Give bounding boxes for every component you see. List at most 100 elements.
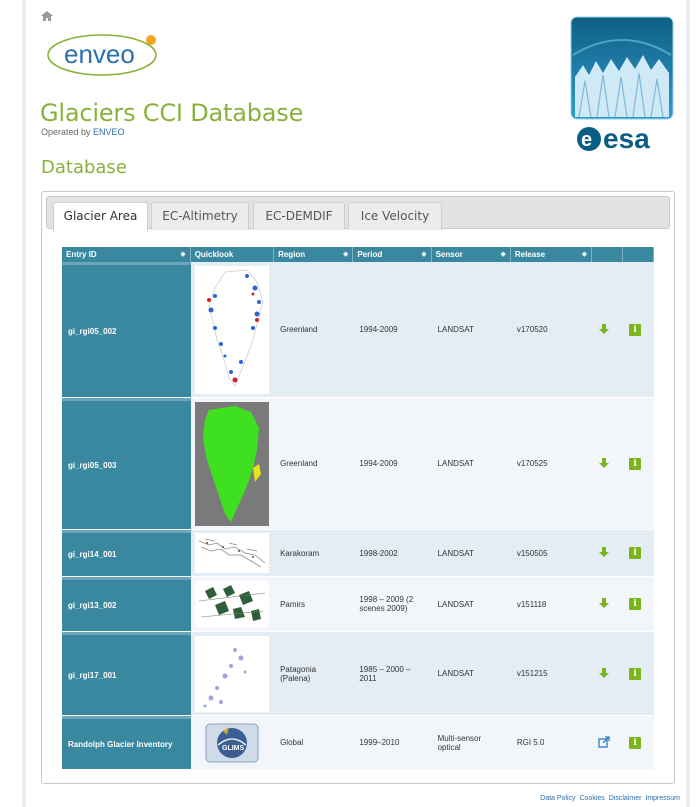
info-icon[interactable]: i [629,457,642,470]
tab-ice-velocity[interactable]: Ice Velocity [348,202,442,230]
column-header-sensor[interactable]: Sensor ◆ [431,247,511,262]
table-row: gi_rgi13_002 Pamirs 1998 – 2009 (2 scene… [62,577,654,632]
operated-by: Operated by ENVEO [41,127,125,137]
entry-id-cell[interactable]: gi_rgi05_002 [62,262,191,398]
quicklook-cell [190,632,275,716]
column-header-quicklook: Quicklook [190,247,275,262]
download-icon[interactable] [598,667,610,679]
quicklook-cell [190,262,275,398]
info-cell: i [623,530,654,577]
info-cell: i [623,632,654,716]
info-cell: i [623,262,654,398]
action-cell [592,262,624,398]
operated-by-prefix: Operated by [41,127,91,137]
entry-id-cell[interactable]: Randolph Glacier Inventory [62,716,191,770]
release-cell: v170520 [510,262,593,398]
footer-link-disclaimer[interactable]: Disclaimer [609,795,642,802]
quicklook-image-greenland-filled[interactable] [195,401,270,526]
period-cell: 1985 – 2000 – 2011 [353,632,432,716]
info-cell: i [623,716,654,770]
enveo-link[interactable]: ENVEO [93,127,125,137]
site-title: Glaciers CCI Database [40,99,304,127]
quicklook-image-karakoram[interactable] [195,533,270,573]
tab-bar: Glacier Area EC-Altimetry EC-DEMDIF Ice … [46,196,670,232]
quicklook-cell [190,530,275,577]
footer-link-impressum[interactable]: Impressum [645,795,680,802]
info-icon[interactable]: i [629,547,642,559]
footer-links: Data Policy Cookies Disclaimer Impressum [538,795,680,802]
table-row: gi_rgi05_002 Greenland 1994-2009 LANDSAT… [62,262,654,398]
footer-link-cookies[interactable]: Cookies [580,795,605,802]
entries-table: Entry ID ◆ Quicklook Region ◆ Period ◆ Sens… [62,247,654,770]
entry-id-cell[interactable]: gi_rgi13_002 [62,577,191,632]
sensor-cell: LANDSAT [431,577,511,632]
period-cell: 1998-2002 [353,530,432,577]
action-cell [592,577,624,632]
release-cell: v150505 [510,530,593,577]
region-cell: Pamirs [274,577,354,632]
release-cell: RGI 5.0 [510,716,593,770]
info-cell: i [623,398,654,530]
enveo-logo-swoosh: enveo [47,34,157,76]
tab-glacier-area[interactable]: Glacier Area [53,202,148,232]
quicklook-image-pamirs[interactable] [195,581,270,627]
action-cell [592,716,624,770]
quicklook-cell [190,577,275,632]
download-icon[interactable] [598,457,610,469]
svg-text:e: e [581,129,592,151]
esa-logo-text: esa [603,123,650,154]
column-header-region[interactable]: Region ◆ [274,247,354,262]
entry-id-cell[interactable]: gi_rgi14_001 [62,530,191,577]
sort-icon[interactable]: ◆ [421,250,426,258]
sort-icon[interactable]: ◆ [180,250,185,258]
download-icon[interactable] [598,323,610,335]
period-cell: 1998 – 2009 (2 scenes 2009) [353,577,432,632]
enveo-logo-text: enveo [64,39,135,69]
cci-glacier-logo: e esa [570,16,674,154]
quicklook-image-patagonia[interactable] [195,635,270,712]
glims-logo[interactable]: GLIMS [205,723,259,763]
column-header-release[interactable]: Release ◆ [510,247,593,262]
sort-icon[interactable]: ◆ [582,250,587,258]
release-cell: v151118 [510,577,593,632]
info-icon[interactable]: i [629,323,642,336]
info-icon[interactable]: i [629,736,642,749]
entry-id-cell[interactable]: gi_rgi05_003 [62,398,191,530]
sort-icon[interactable]: ◆ [343,250,348,258]
sensor-cell: LANDSAT [431,398,511,530]
table-row: gi_rgi05_003 Greenland 1994-2009 LANDSAT… [62,398,654,530]
action-cell [592,398,624,530]
home-icon[interactable] [40,10,54,22]
region-cell: Karakoram [274,530,354,577]
action-cell [592,530,624,577]
release-cell: v151215 [510,632,593,716]
sort-icon[interactable]: ◆ [500,250,505,258]
database-panel: Glacier Area EC-Altimetry EC-DEMDIF Ice … [41,191,675,784]
download-icon[interactable] [598,597,610,609]
quicklook-cell: GLIMS [190,716,275,770]
download-icon[interactable] [598,546,610,558]
section-title: Database [41,157,127,178]
column-header-period[interactable]: Period ◆ [353,247,432,262]
info-icon[interactable]: i [629,667,642,680]
tab-ec-altimetry[interactable]: EC-Altimetry [151,202,249,230]
sensor-cell: LANDSAT [431,632,511,716]
table-row: gi_rgi17_001 Patagonia (Palena) 1985 – 2… [62,632,654,716]
quicklook-image-greenland-outline[interactable] [195,265,270,394]
column-header-entry-id[interactable]: Entry ID ◆ [62,247,191,262]
footer-link-data-policy[interactable]: Data Policy [540,795,575,802]
region-cell: Global [274,716,354,770]
quicklook-cell [190,398,275,530]
sensor-cell: LANDSAT [431,530,511,577]
esa-cci-badge[interactable]: e esa [569,15,675,157]
entry-id-cell[interactable]: gi_rgi17_001 [62,632,191,716]
sensor-cell: LANDSAT [431,262,511,398]
enveo-logo[interactable]: enveo [44,28,164,80]
external-link-icon[interactable] [598,735,610,748]
info-icon[interactable]: i [629,598,642,610]
table-row: Randolph Glacier Inventory GLIMS Global … [62,716,654,770]
tab-ec-demdif[interactable]: EC-DEMDIF [253,202,345,230]
region-cell: Greenland [274,398,354,530]
period-cell: 1994-2009 [353,398,432,530]
action-cell [592,632,624,716]
